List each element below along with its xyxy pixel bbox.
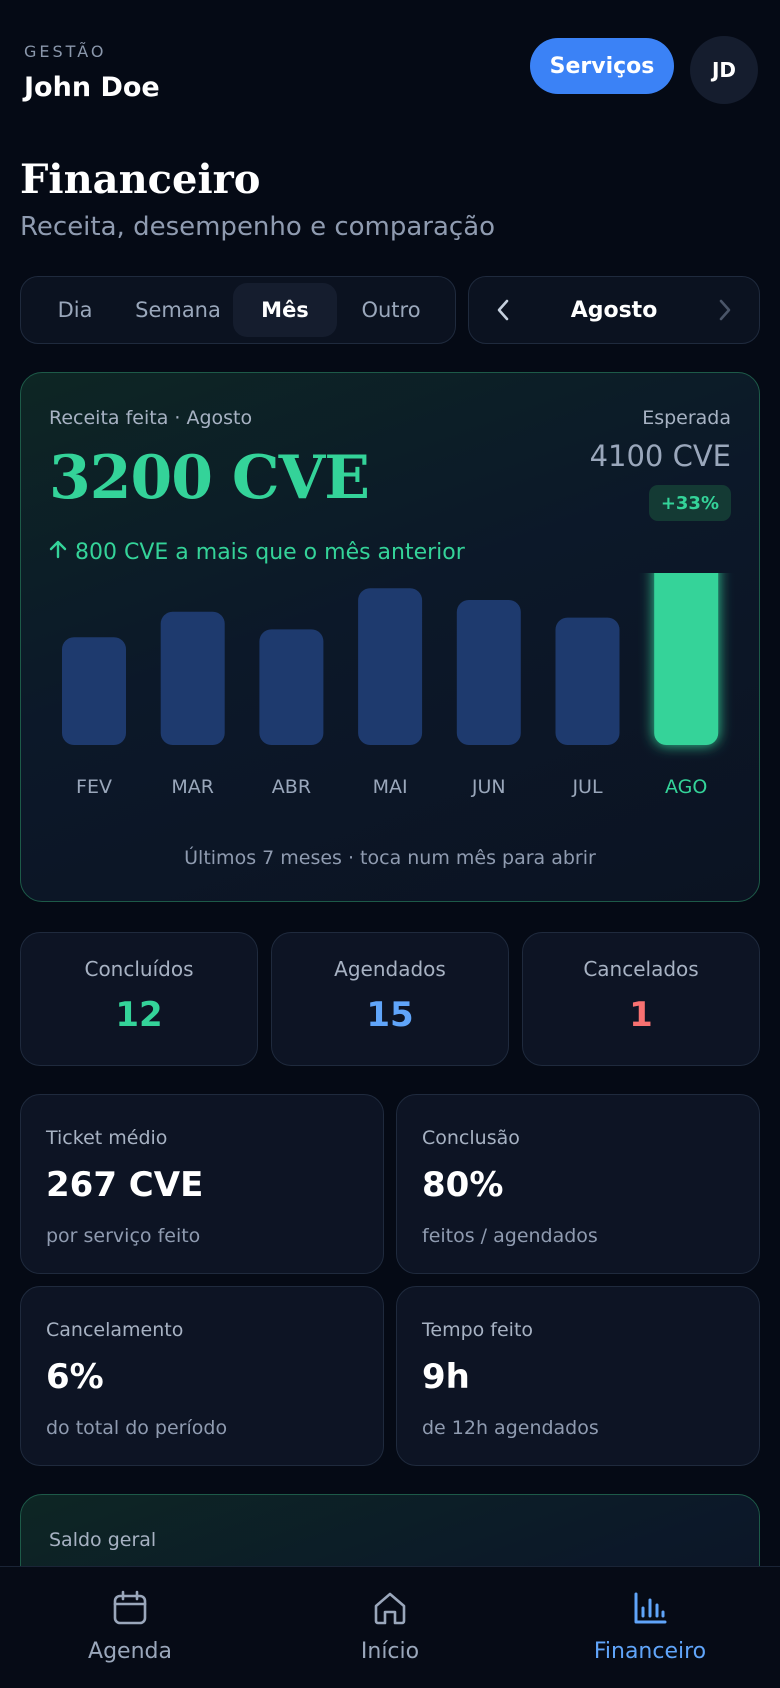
metric-value: 6% xyxy=(46,1357,104,1397)
avg-ticket-card: Ticket médio 267 CVE por serviço feito xyxy=(20,1094,384,1274)
cancelled-card[interactable]: Cancelados 1 xyxy=(522,932,760,1066)
page-title: Financeiro xyxy=(20,156,261,203)
balance-label: Saldo geral xyxy=(49,1529,157,1551)
scheduled-card[interactable]: Agendados 15 xyxy=(271,932,509,1066)
bar-chart-icon xyxy=(631,1589,669,1631)
bar-jun[interactable] xyxy=(456,599,521,745)
bar-label-mai[interactable]: MAI xyxy=(373,776,408,798)
completed-value: 12 xyxy=(115,995,163,1035)
bar-label-ago[interactable]: AGO xyxy=(665,776,707,798)
metric-value: 80% xyxy=(422,1165,504,1205)
scheduled-label: Agendados xyxy=(334,957,446,981)
bar-label-mar[interactable]: MAR xyxy=(171,776,214,798)
expected-value: 4100 CVE xyxy=(589,439,731,473)
metric-value: 9h xyxy=(422,1357,470,1397)
completed-card[interactable]: Concluídos 12 xyxy=(20,932,258,1066)
revenue-delta: 800 CVE a mais que o mês anterior xyxy=(49,539,465,565)
services-button[interactable]: Serviços xyxy=(530,38,674,94)
bar-ago[interactable] xyxy=(654,573,719,745)
bar-jul[interactable] xyxy=(555,617,620,745)
time-done-card: Tempo feito 9h de 12h agendados xyxy=(396,1286,760,1466)
revenue-delta-text: 800 CVE a mais que o mês anterior xyxy=(75,539,465,565)
bar-abr[interactable] xyxy=(259,629,324,745)
growth-badge: +33% xyxy=(648,485,731,521)
section-eyebrow: GESTÃO xyxy=(24,42,107,61)
avatar[interactable]: JD xyxy=(690,36,758,104)
metric-value: 267 CVE xyxy=(46,1165,204,1205)
metric-label: Ticket médio xyxy=(46,1127,168,1149)
revenue-amount: 3200 CVE xyxy=(49,443,370,513)
top-bar: GESTÃO John Doe Serviços JD xyxy=(24,36,758,106)
tab-outro[interactable]: Outro xyxy=(337,283,445,337)
tab-mes[interactable]: Mês xyxy=(233,283,337,337)
expected-label: Esperada xyxy=(642,407,731,429)
home-icon xyxy=(371,1589,409,1631)
tab-semana[interactable]: Semana xyxy=(123,283,233,337)
nav-inicio-label: Início xyxy=(360,1639,420,1664)
metric-label: Conclusão xyxy=(422,1127,520,1149)
nav-inicio[interactable]: Início xyxy=(260,1567,520,1688)
revenue-card: Receita feita · Agosto 3200 CVE Esperada… xyxy=(20,372,760,902)
metric-sub: do total do período xyxy=(46,1417,228,1439)
completed-label: Concluídos xyxy=(84,957,194,981)
bar-label-abr[interactable]: ABR xyxy=(272,776,311,798)
bottom-nav: Agenda Início Financeiro xyxy=(0,1566,780,1688)
chart-footer: Últimos 7 meses · toca num mês para abri… xyxy=(184,847,596,869)
nav-agenda-label: Agenda xyxy=(88,1639,172,1664)
page-subtitle: Receita, desempenho e comparação xyxy=(20,212,496,242)
bar-mai[interactable] xyxy=(358,588,423,745)
revenue-caption: Receita feita · Agosto xyxy=(49,407,253,429)
chevron-right-icon[interactable] xyxy=(713,298,737,322)
bar-label-fev[interactable]: FEV xyxy=(76,776,112,798)
nav-agenda[interactable]: Agenda xyxy=(0,1567,260,1688)
cancellation-card: Cancelamento 6% do total do período xyxy=(20,1286,384,1466)
cancelled-label: Cancelados xyxy=(583,957,699,981)
tab-dia[interactable]: Dia xyxy=(27,283,123,337)
period-tabs: Dia Semana Mês Outro xyxy=(20,276,456,344)
metric-sub: feitos / agendados xyxy=(422,1225,598,1247)
chevron-left-icon[interactable] xyxy=(491,298,515,322)
completion-card: Conclusão 80% feitos / agendados xyxy=(396,1094,760,1274)
nav-financeiro-label: Financeiro xyxy=(593,1639,707,1664)
scheduled-value: 15 xyxy=(366,995,414,1035)
bar-label-jul[interactable]: JUL xyxy=(571,776,603,798)
nav-financeiro[interactable]: Financeiro xyxy=(520,1567,780,1688)
monthly-revenue-chart: FEV MAR ABR MAI JUN JUL AGO xyxy=(62,573,719,798)
metric-label: Tempo feito xyxy=(422,1319,534,1341)
bar-fev[interactable] xyxy=(62,637,126,745)
month-picker: Agosto xyxy=(468,276,760,344)
month-label: Agosto xyxy=(570,297,658,323)
bar-label-jun[interactable]: JUN xyxy=(471,776,506,798)
bar-mar[interactable] xyxy=(160,611,225,745)
arrow-up-icon xyxy=(49,539,67,565)
metric-sub: de 12h agendados xyxy=(422,1417,599,1439)
metric-sub: por serviço feito xyxy=(46,1225,201,1247)
cancelled-value: 1 xyxy=(629,995,653,1035)
user-name: John Doe xyxy=(24,72,160,103)
metric-label: Cancelamento xyxy=(46,1319,184,1341)
calendar-icon xyxy=(111,1589,149,1631)
